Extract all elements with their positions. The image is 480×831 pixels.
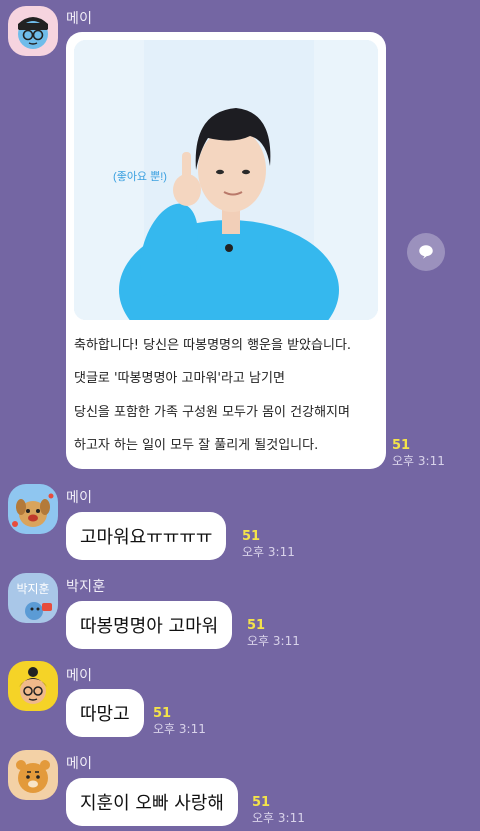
sender-name: 메이 (66, 490, 93, 506)
card-text-line-3: 당신을 포함한 가족 구성원 모두가 몸이 건강해지며 (74, 405, 350, 420)
timestamp: 오후 3:11 (252, 810, 305, 825)
card-text-line-2: 댓글로 '따봉명명아 고마워'라고 남기면 (74, 371, 285, 386)
timestamp: 오후 3:11 (247, 633, 300, 648)
avatar-label: 박지훈 (16, 582, 49, 596)
avatar-mei-3[interactable] (8, 661, 58, 711)
message-meta: 51 오후 3:11 (392, 438, 445, 468)
timestamp: 오후 3:11 (392, 453, 445, 468)
read-count: 51 (153, 706, 172, 721)
text-message-bubble[interactable]: 따봉명명아 고마워 (66, 601, 233, 649)
read-count: 51 (247, 618, 266, 633)
avatar-mei-1[interactable] (8, 6, 58, 56)
read-count: 51 (242, 529, 261, 544)
message-meta: 51 오후 3:11 (247, 618, 300, 648)
image-message-card[interactable]: (좋아요 뿐!) 축하합니다! 당신은 따봉명명의 행운을 받았습니다. 댓글로… (66, 32, 386, 469)
photo-caption: (좋아요 뿐!) (113, 170, 167, 183)
sender-name: 박지훈 (66, 579, 106, 595)
text-message-bubble[interactable]: 지훈이 오빠 사랑해 (66, 778, 238, 826)
sender-name: 메이 (66, 756, 93, 772)
card-text-line-4: 하고자 하는 일이 모두 잘 풀리게 될것입니다. (74, 438, 319, 453)
avatar-mei-4[interactable] (8, 750, 58, 800)
text-message-bubble[interactable]: 따망고 (66, 689, 144, 737)
message-meta: 51 오후 3:11 (153, 706, 206, 736)
sender-name: 메이 (66, 11, 93, 27)
card-text-line-1: 축하합니다! 당신은 따봉명명의 행운을 받았습니다. (74, 338, 352, 353)
avatar-mei-2[interactable] (8, 484, 58, 534)
message-photo[interactable]: (좋아요 뿐!) (74, 40, 378, 320)
sender-name: 메이 (66, 668, 93, 684)
read-count: 51 (252, 795, 271, 810)
timestamp: 오후 3:11 (242, 544, 295, 559)
read-count: 51 (392, 438, 411, 453)
text-message-bubble[interactable]: 고마워요ㅠㅠㅠㅠ (66, 512, 227, 560)
avatar-jihoon[interactable]: 박지훈 (8, 573, 58, 623)
message-meta: 51 오후 3:11 (242, 529, 295, 559)
message-meta: 51 오후 3:11 (252, 795, 305, 825)
share-chat-icon[interactable] (407, 233, 445, 271)
timestamp: 오후 3:11 (153, 721, 206, 736)
